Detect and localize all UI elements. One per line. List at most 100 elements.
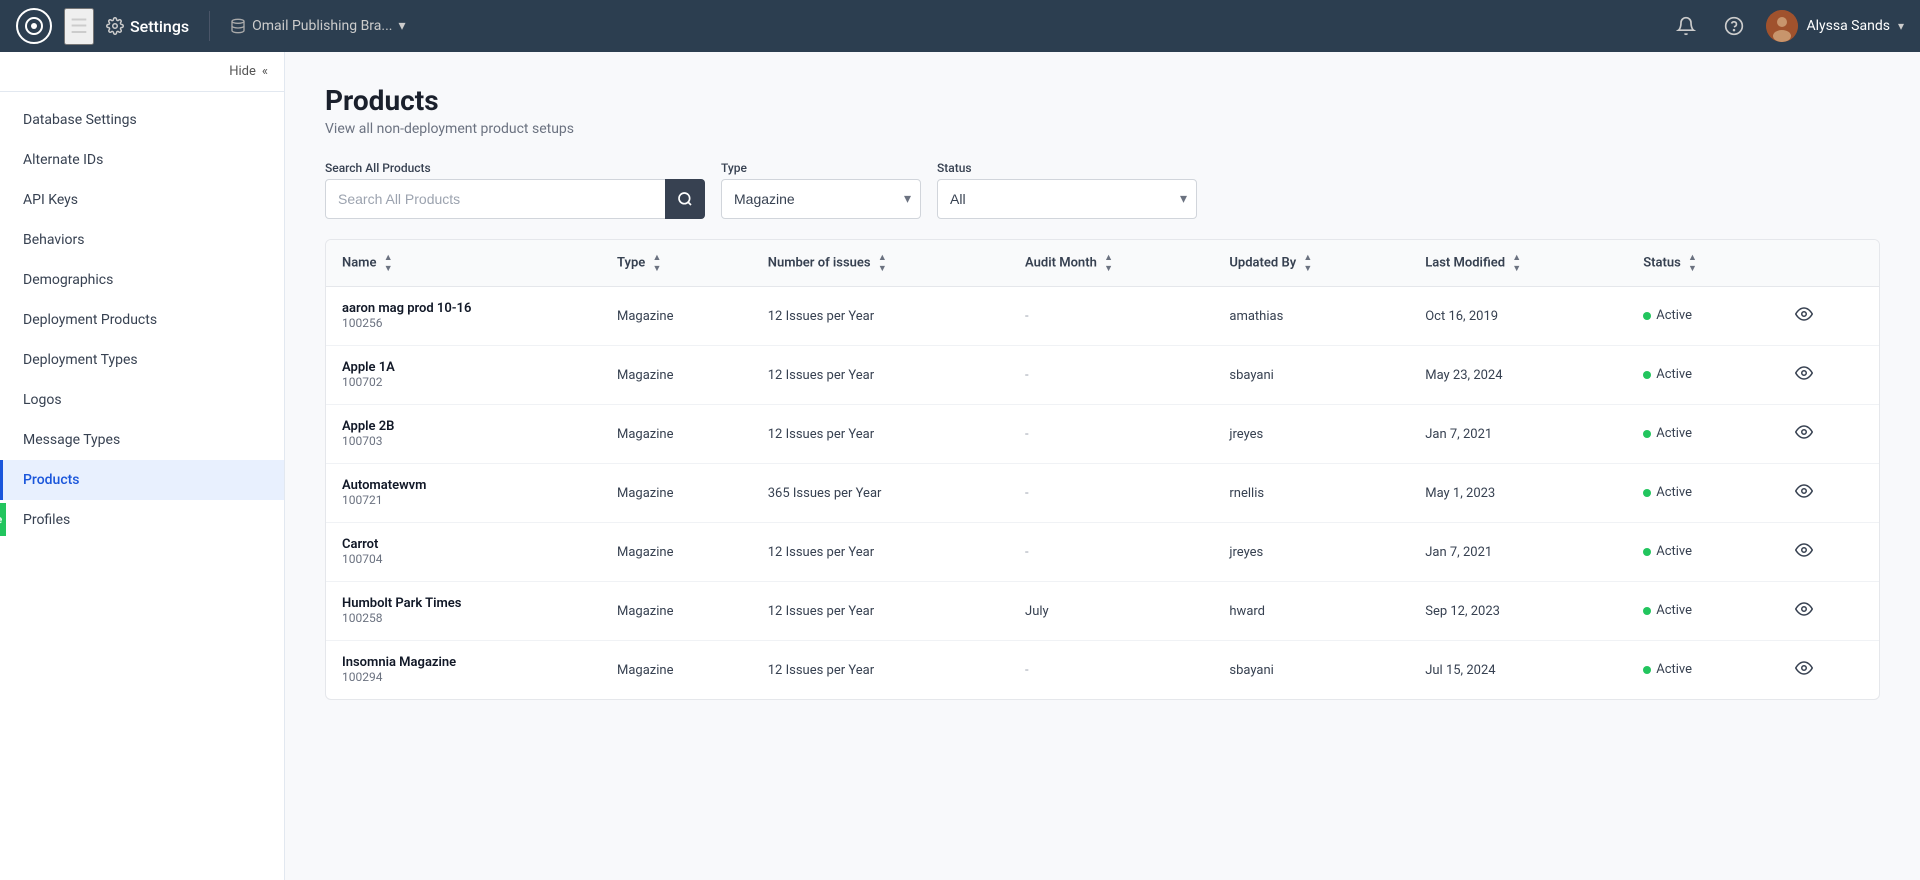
page-subtitle: View all non-deployment product setups [325,121,1880,137]
product-id: 100256 [342,316,382,330]
status-select[interactable]: All Active Inactive [937,179,1197,219]
view-button[interactable] [1789,657,1819,684]
sort-name-icon: ▲▼ [384,252,393,274]
cell-updated-by: jreyes [1213,523,1409,582]
user-name: Alyssa Sands [1806,18,1889,34]
cell-actions [1773,641,1879,700]
user-menu[interactable]: Alyssa Sands ▾ [1766,10,1904,42]
sidebar-item-demographics[interactable]: Demographics [0,260,284,300]
status-text: Active [1656,367,1692,382]
status-label: Status [937,161,1197,175]
view-button[interactable] [1789,598,1819,625]
sidebar-item-label: Database Settings [23,112,137,128]
org-dropdown-icon: ▾ [398,18,405,34]
question-icon [1724,16,1744,36]
cell-updated-by: sbayani [1213,346,1409,405]
col-last-modified[interactable]: Last Modified ▲▼ [1409,240,1627,287]
sidebar-hide-button[interactable]: Hide « [0,52,284,92]
status-text: Active [1656,308,1692,323]
chevron-left-icon: « [262,64,268,79]
page-title: Products [325,84,1880,117]
view-button[interactable] [1789,480,1819,507]
search-button[interactable] [665,179,705,219]
nav-divider [209,11,210,41]
topnav-right: Alyssa Sands ▾ [1670,10,1904,42]
col-issues[interactable]: Number of issues ▲▼ [752,240,1009,287]
eye-icon [1795,482,1813,500]
sidebar-item-alternate-ids[interactable]: Alternate IDs [0,140,284,180]
sidebar-item-api-keys[interactable]: API Keys [0,180,284,220]
product-id: 100704 [342,552,382,566]
settings-label: Settings [130,17,189,36]
sidebar-nav: Database Settings Alternate IDs API Keys… [0,92,284,548]
cell-status: Active [1627,523,1773,582]
sidebar-item-logos[interactable]: Logos [0,380,284,420]
report-issue-label: Report an Issue [0,513,2,526]
col-type[interactable]: Type ▲▼ [601,240,752,287]
search-icon [677,191,693,207]
table-row: Apple 2B 100703 Magazine 12 Issues per Y… [326,405,1879,464]
notifications-button[interactable] [1670,10,1702,42]
products-table-wrap: Name ▲▼ Type ▲▼ Number of issues ▲▼ Au [325,239,1880,700]
col-status[interactable]: Status ▲▼ [1627,240,1773,287]
cell-audit-month: - [1009,287,1213,346]
status-dot [1643,489,1651,497]
product-name: Humbolt Park Times [342,596,461,611]
view-button[interactable] [1789,362,1819,389]
status-text: Active [1656,544,1692,559]
cell-last-modified: Jul 15, 2024 [1409,641,1627,700]
cell-issues: 12 Issues per Year [752,582,1009,641]
sidebar-item-deployment-products[interactable]: Deployment Products [0,300,284,340]
col-audit-month[interactable]: Audit Month ▲▼ [1009,240,1213,287]
sidebar-item-database-settings[interactable]: Database Settings [0,100,284,140]
help-button[interactable] [1718,10,1750,42]
audit-month-value: July [1025,604,1049,619]
cell-type: Magazine [601,287,752,346]
cell-updated-by: sbayani [1213,641,1409,700]
sort-issues-icon: ▲▼ [878,252,887,274]
status-badge: Active [1643,426,1692,441]
cell-audit-month: - [1009,523,1213,582]
sort-status-icon: ▲▼ [1688,252,1697,274]
type-select[interactable]: Magazine Newsletter Digital [721,179,921,219]
view-button[interactable] [1789,421,1819,448]
org-selector[interactable]: Omail Publishing Bra... ▾ [230,18,405,34]
audit-month-value: - [1025,545,1029,560]
hamburger-button[interactable]: ☰ [64,8,94,45]
products-table: Name ▲▼ Type ▲▼ Number of issues ▲▼ Au [326,240,1879,699]
search-filter-group: Search All Products [325,161,705,219]
search-input-wrap [325,179,705,219]
search-input[interactable] [325,179,705,219]
cell-issues: 365 Issues per Year [752,464,1009,523]
product-name: Carrot [342,537,378,552]
sort-audit-icon: ▲▼ [1104,252,1113,274]
sidebar-item-deployment-types[interactable]: Deployment Types [0,340,284,380]
sidebar-item-behaviors[interactable]: Behaviors [0,220,284,260]
status-select-wrap: All Active Inactive ▾ [937,179,1197,219]
status-dot [1643,548,1651,556]
col-updated-by[interactable]: Updated By ▲▼ [1213,240,1409,287]
status-filter-group: Status All Active Inactive ▾ [937,161,1197,219]
main-content: Products View all non-deployment product… [285,52,1920,880]
sidebar-item-profiles[interactable]: Profiles [0,500,284,540]
cell-issues: 12 Issues per Year [752,523,1009,582]
product-id: 100294 [342,670,382,684]
status-dot [1643,430,1651,438]
audit-month-value: - [1025,486,1029,501]
avatar [1766,10,1798,42]
sidebar-item-message-types[interactable]: Message Types [0,420,284,460]
table-header: Name ▲▼ Type ▲▼ Number of issues ▲▼ Au [326,240,1879,287]
product-name: aaron mag prod 10-16 [342,301,471,316]
cell-actions [1773,464,1879,523]
cell-name: Apple 2B 100703 [326,405,601,464]
cell-last-modified: Oct 16, 2019 [1409,287,1627,346]
cell-type: Magazine [601,582,752,641]
view-button[interactable] [1789,303,1819,330]
sidebar-item-label: Alternate IDs [23,152,103,168]
report-issue-tab[interactable]: ⚙ Report an Issue [0,503,6,536]
cell-audit-month: - [1009,405,1213,464]
col-name[interactable]: Name ▲▼ [326,240,601,287]
view-button[interactable] [1789,539,1819,566]
sidebar-item-products[interactable]: Products [0,460,284,500]
table-row: Automatewvm 100721 Magazine 365 Issues p… [326,464,1879,523]
